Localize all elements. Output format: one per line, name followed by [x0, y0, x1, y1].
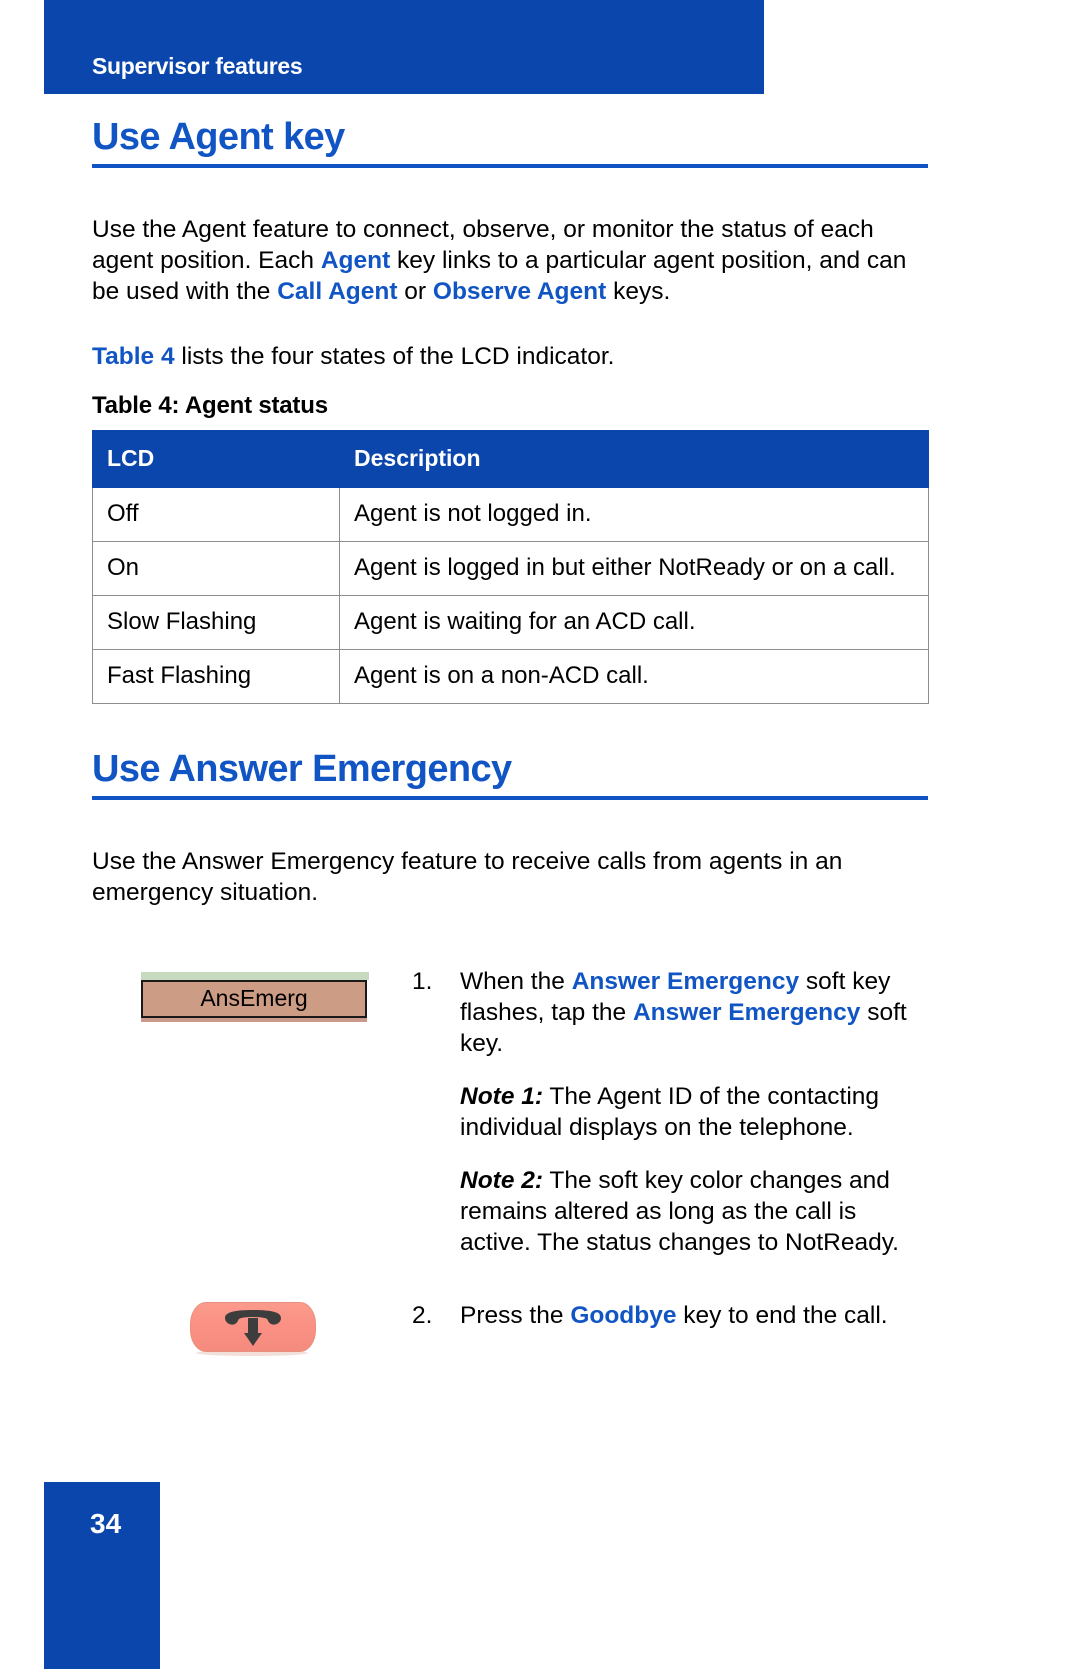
softkey-top-strip	[141, 971, 369, 980]
table-cell-lcd: Fast Flashing	[92, 648, 340, 704]
goodbye-handset-down-arrow-icon	[225, 1309, 281, 1346]
table-row: Slow Flashing Agent is waiting for an AC…	[92, 594, 929, 650]
table-cell-lcd: Slow Flashing	[92, 594, 340, 650]
step2-part1: Press the	[460, 1301, 571, 1329]
para1-part3: or	[397, 277, 433, 305]
softkey-body[interactable]: AnsEmerg	[141, 979, 367, 1018]
section-heading-use-agent-key: Use Agent key	[92, 116, 345, 158]
table-row: Fast Flashing Agent is on a non-ACD call…	[92, 648, 929, 704]
note-1: Note 1: The Agent ID of the contacting i…	[460, 1081, 928, 1143]
running-header-banner: Supervisor features	[44, 0, 764, 94]
page-content: Use Agent key Use the Agent feature to c…	[92, 116, 929, 1358]
agent-status-table: LCD Description Off Agent is not logged …	[92, 429, 929, 704]
table-header-row: LCD Description	[92, 429, 929, 488]
step2-emph-goodbye: Goodbye	[570, 1301, 677, 1329]
table-row: On Agent is logged in but either NotRead…	[92, 540, 929, 596]
para2-rest: lists the four states of the LCD indicat…	[174, 342, 615, 370]
para1-emph-observe-agent: Observe Agent	[432, 277, 607, 305]
softkey-bottom-strip	[141, 1017, 367, 1022]
step2-part2: key to end the call.	[676, 1301, 888, 1329]
table-cell-lcd: Off	[92, 486, 340, 542]
step-2-body: 2. Press the Goodbye key to end the call…	[412, 1300, 928, 1331]
ansemerg-softkey-graphic[interactable]: AnsEmerg	[141, 971, 369, 1022]
note-2: Note 2: The soft key color changes and r…	[460, 1165, 928, 1258]
running-header-title: Supervisor features	[92, 53, 303, 79]
step-1-figure: AnsEmerg	[92, 966, 412, 1022]
step-1-row: AnsEmerg 1. When the Answer Emergency so…	[92, 966, 928, 1258]
para1-emph-call-agent: Call Agent	[277, 277, 398, 305]
table-header-lcd: LCD	[92, 429, 340, 488]
step-2-text: Press the Goodbye key to end the call.	[460, 1300, 928, 1331]
step-2-figure	[92, 1300, 412, 1358]
step1-emph-answer-emergency-1: Answer Emergency	[571, 967, 800, 995]
procedure-steps: AnsEmerg 1. When the Answer Emergency so…	[92, 966, 928, 1358]
table-caption: Table 4: Agent status	[92, 391, 328, 419]
step1-part1: When the	[460, 967, 572, 995]
note-1-label: Note 1:	[460, 1082, 544, 1110]
step-2-row: 2. Press the Goodbye key to end the call…	[92, 1300, 928, 1358]
table-row: Off Agent is not logged in.	[92, 486, 929, 542]
section-heading-use-answer-emergency: Use Answer Emergency	[92, 747, 512, 790]
step-1-body: 1. When the Answer Emergency soft key fl…	[412, 966, 928, 1258]
table-cell-description: Agent is waiting for an ACD call.	[339, 594, 929, 650]
section1-paragraph-2: Table 4 lists the four states of the LCD…	[92, 341, 928, 372]
note-2-label: Note 2:	[460, 1166, 544, 1194]
table-cell-description: Agent is not logged in.	[339, 486, 929, 542]
table-cell-lcd: On	[92, 540, 340, 596]
step-1-number: 1.	[412, 967, 433, 995]
step1-emph-answer-emergency-2: Answer Emergency	[632, 998, 861, 1026]
para1-part4: keys.	[606, 277, 671, 305]
page-number: 34	[90, 1508, 122, 1539]
section2-intro-paragraph: Use the Answer Emergency feature to rece…	[92, 847, 843, 906]
goodbye-key-graphic[interactable]	[190, 1301, 316, 1358]
step-1-text: When the Answer Emergency soft key flash…	[460, 966, 928, 1258]
step-2-number: 2.	[412, 1301, 433, 1329]
section1-paragraph-1: Use the Agent feature to connect, observ…	[92, 214, 928, 307]
footer-page-block: 34	[44, 1482, 160, 1669]
table4-crossref-link[interactable]: Table 4	[92, 343, 175, 370]
table-cell-description: Agent is logged in but either NotReady o…	[339, 540, 929, 596]
table-header-description: Description	[339, 429, 929, 488]
softkey-label: AnsEmerg	[200, 985, 308, 1012]
para1-emph-agent: Agent	[320, 246, 391, 274]
table-cell-description: Agent is on a non-ACD call.	[339, 648, 929, 704]
